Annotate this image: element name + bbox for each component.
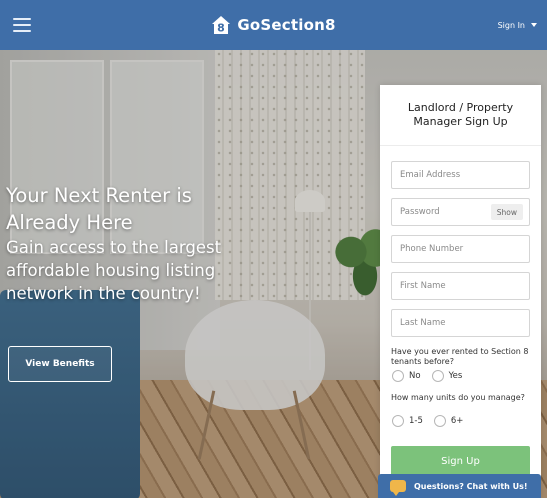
password-placeholder: Password [400,207,440,217]
email-placeholder: Email Address [400,170,461,180]
caret-down-icon [531,23,537,27]
view-benefits-button[interactable]: View Benefits [8,346,112,382]
radio-yes-label: Yes [448,371,463,381]
phone-placeholder: Phone Number [400,244,464,254]
phone-field[interactable]: Phone Number [391,235,530,263]
signin-dropdown[interactable]: Sign In [498,0,537,50]
radio-1-5[interactable] [392,415,404,427]
radio-1-5-label: 1-5 [409,416,423,426]
radio-no[interactable] [392,370,404,382]
signup-title: Landlord / Property Manager Sign Up [407,101,514,128]
units-question: How many units do you manage? [391,393,525,402]
hero-text: Your Next Renter is Already Here Gain ac… [6,182,266,305]
chat-label: Questions? Chat with Us! [414,481,528,491]
section8-question: Have you ever rented to Section 8 tenant… [391,347,529,366]
email-field[interactable]: Email Address [391,161,530,189]
top-navbar: 8 GoSection8 Sign In [0,0,547,50]
brand-name: GoSection8 [237,16,336,34]
first-name-placeholder: First Name [400,281,446,291]
radio-6-plus-label: 6+ [450,416,464,426]
radio-6-plus[interactable] [433,415,446,427]
signin-label: Sign In [497,20,525,30]
password-field[interactable]: Password Show [391,198,530,226]
section8-options: No Yes [392,370,462,382]
signup-header: Landlord / Property Manager Sign Up [380,85,541,146]
signup-panel: Landlord / Property Manager Sign Up Emai… [380,85,541,498]
show-password-button[interactable]: Show [490,204,523,220]
svg-text:8: 8 [218,22,226,35]
house-logo-icon: 8 [212,16,231,35]
hero-title: Your Next Renter is Already Here [6,184,192,234]
signup-button[interactable]: Sign Up [391,446,530,476]
chat-bubble-icon [390,480,406,496]
radio-no-label: No [409,371,421,381]
last-name-field[interactable]: Last Name [391,309,530,337]
units-options: 1-5 6+ [392,415,463,427]
hero-subtitle: Gain access to the largest affordable ho… [6,238,222,303]
first-name-field[interactable]: First Name [391,272,530,300]
radio-yes[interactable] [431,370,444,382]
chat-widget-button[interactable]: Questions? Chat with Us! [378,474,541,498]
last-name-placeholder: Last Name [400,318,446,328]
brand-logo[interactable]: 8 GoSection8 [0,0,547,50]
